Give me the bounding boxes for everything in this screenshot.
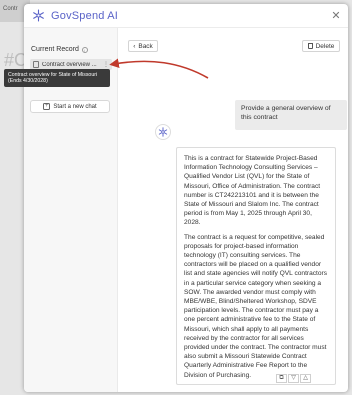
snowflake-logo-icon xyxy=(32,9,45,22)
current-record-heading: Current Record i xyxy=(31,46,88,53)
modal-header: GovSpend AI xyxy=(24,4,348,28)
current-record-label: Current Record xyxy=(31,46,79,53)
ai-response: This is a contract for Statewide Project… xyxy=(176,147,336,385)
user-message: Provide a general overview of this contr… xyxy=(235,100,347,130)
document-icon xyxy=(33,61,39,68)
copy-icon[interactable]: ⧉ xyxy=(276,374,287,383)
chat-panel: ‹ Back Delete Provide a general overview… xyxy=(119,28,348,392)
govspend-ai-modal: GovSpend AI ✕ Current Record i Contract … xyxy=(24,4,348,392)
back-label: Back xyxy=(138,42,153,50)
start-new-chat-button[interactable]: + Start a new chat xyxy=(30,100,110,113)
record-item-label: Contract overview ... xyxy=(42,61,97,68)
delete-button[interactable]: Delete xyxy=(302,40,340,52)
thumbs-down-icon[interactable]: ▽ xyxy=(288,374,299,383)
ai-response-paragraph: The contract is a request for competitiv… xyxy=(184,233,328,379)
chevron-left-icon: ‹ xyxy=(133,42,136,50)
close-icon[interactable]: ✕ xyxy=(330,10,342,22)
new-chat-icon: + xyxy=(43,103,51,110)
response-actions: ⧉ ▽ △ xyxy=(276,374,311,383)
trash-icon xyxy=(307,43,313,49)
info-icon[interactable]: i xyxy=(81,46,88,53)
thumbs-up-icon[interactable]: △ xyxy=(300,374,311,383)
more-options-icon[interactable]: ⋮ xyxy=(103,61,109,68)
delete-label: Delete xyxy=(315,42,335,50)
back-button[interactable]: ‹ Back xyxy=(128,40,158,52)
app-title: GovSpend AI xyxy=(51,9,119,22)
ai-response-paragraph: This is a contract for Statewide Project… xyxy=(184,155,321,227)
record-tooltip: Contract overview for State of Missouri … xyxy=(4,69,110,87)
ai-avatar-icon xyxy=(155,124,171,140)
start-new-chat-label: Start a new chat xyxy=(53,103,97,110)
